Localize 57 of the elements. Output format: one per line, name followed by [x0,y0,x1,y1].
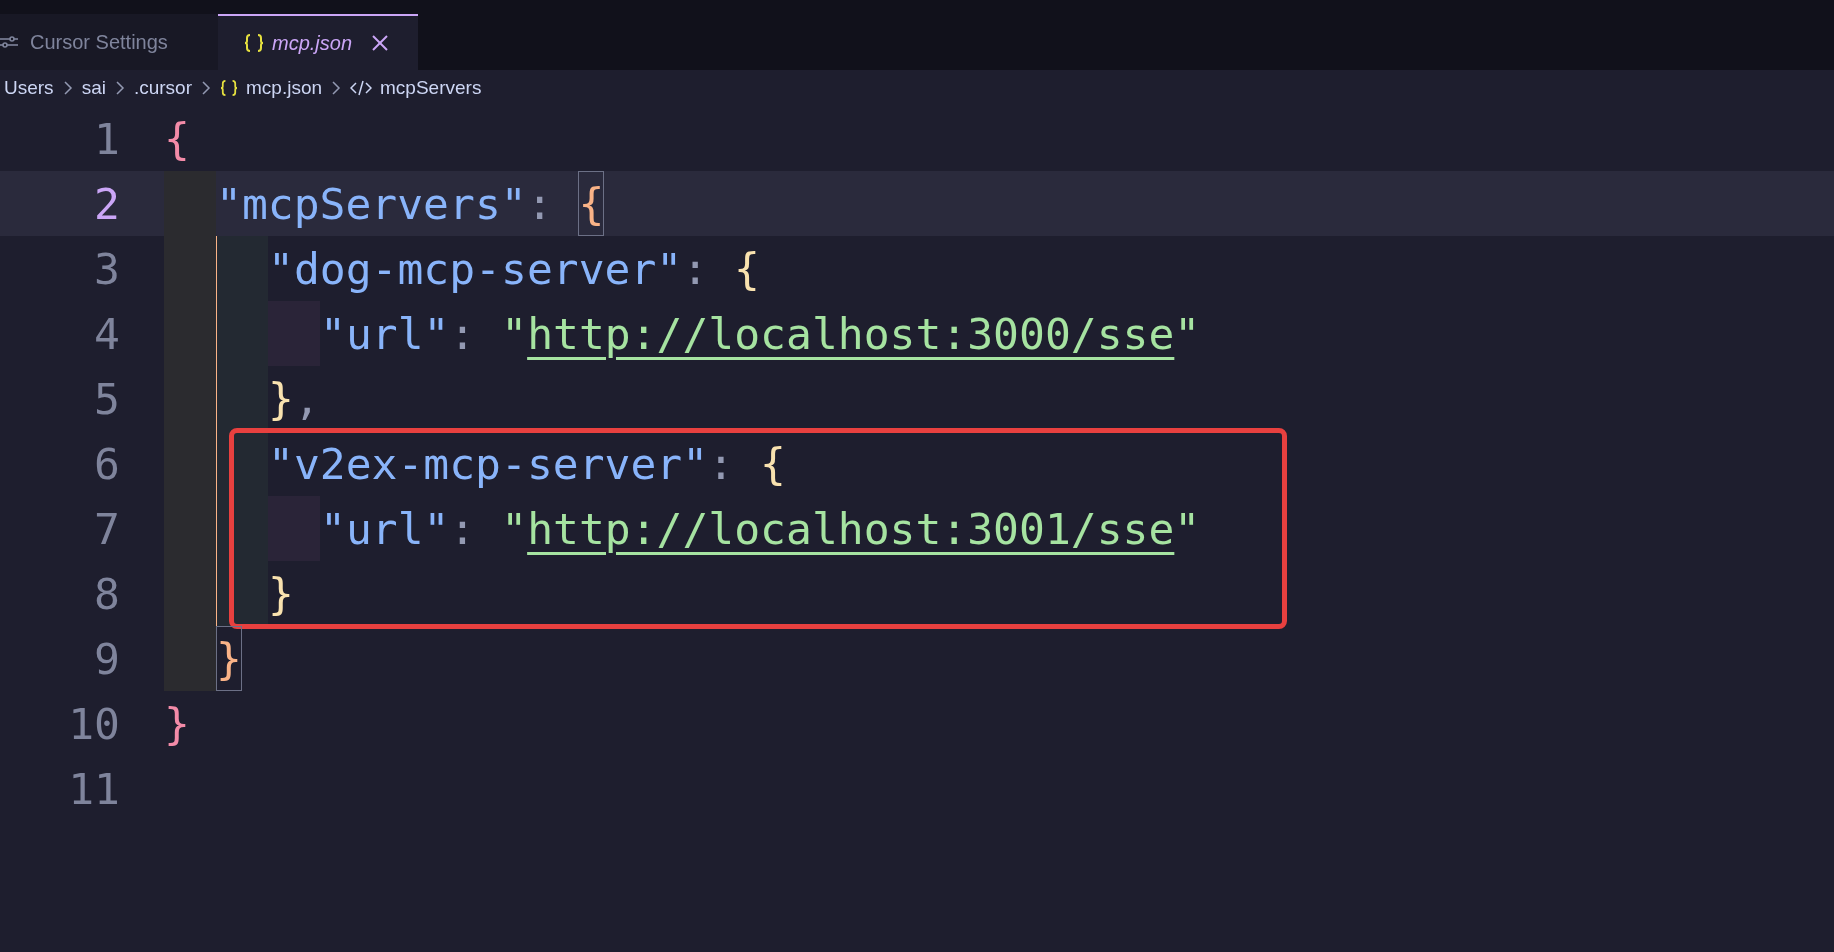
code-token: " [1174,307,1201,361]
line-number: 9 [93,633,120,684]
line-number: 3 [93,243,120,294]
code-token: "dog-mcp-server" [268,242,683,296]
code-token: } [216,626,242,691]
code-token: } [268,372,294,426]
indent-guide [164,171,216,236]
code-token: , [293,372,320,426]
chevron-icon [331,80,342,96]
code-token: { [759,437,786,491]
code-token: : [449,502,477,556]
code-token: { [578,171,605,236]
indent-guide [216,366,268,431]
code-token: " [501,502,528,556]
indent-guide [216,431,268,496]
code-token: "mcpServers" [216,177,527,231]
close-icon[interactable] [372,35,388,51]
editor-tab[interactable]: Cursor Settings [0,14,218,70]
breadcrumb-item[interactable]: mcpServers [350,77,482,99]
line-number: 11 [67,763,120,814]
breadcrumb-item[interactable]: mcp.json [220,77,323,99]
code-token: } [164,697,190,751]
breadcrumb-item[interactable]: .cursor [133,77,192,99]
code-token: "url" [320,502,450,556]
link[interactable]: http://localhost:3001/sse [527,496,1175,561]
code-token: : [682,242,710,296]
code-token: : [526,177,554,231]
braces-icon [244,34,264,52]
sliders-icon [0,35,18,49]
line-number: 4 [93,308,120,359]
line-number: 10 [67,698,120,749]
link[interactable]: http://localhost:3000/sse [527,301,1175,366]
line-number: 5 [93,373,120,424]
code-token: } [268,567,294,621]
line-number: 8 [93,568,120,619]
breadcrumb-item[interactable]: sai [81,77,106,99]
code-token: " [501,307,528,361]
line-number: 2 [93,178,120,229]
chevron-icon [62,80,73,96]
indent-guide [216,561,268,626]
indent-guide [164,626,216,691]
code-token: : [708,437,735,491]
chevron-icon [201,80,211,96]
line-number: 1 [93,113,120,164]
code-token: "url" [320,307,450,361]
line-number: 7 [93,503,120,554]
code-token: "v2ex-mcp-server" [268,437,709,491]
code-icon [350,80,373,96]
breadcrumb-item[interactable]: Users [4,77,54,99]
code-token: { [734,242,760,296]
editor-tab[interactable]: mcp.json [218,14,418,70]
code-token: : [449,307,477,361]
line-number: 6 [93,438,120,489]
code-token: " [1174,502,1201,556]
chevron-icon [114,80,125,96]
braces-icon [220,80,238,96]
code-token: { [164,112,190,166]
